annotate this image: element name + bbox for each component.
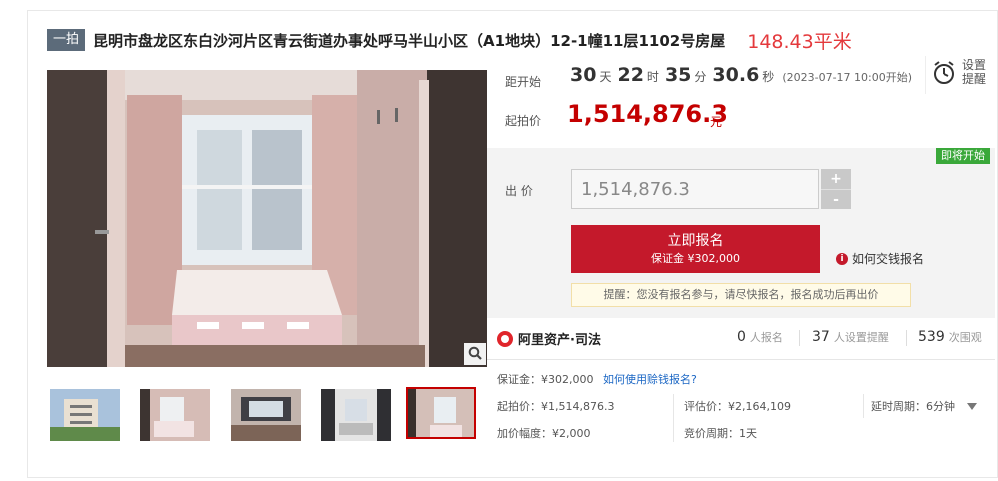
start-price-value: 1,514,876.3 [567,100,728,128]
alarm-clock-icon [932,60,956,89]
magnifier-icon [468,346,482,363]
countdown: 30 天 22 时 35 分 30.6 秒 (2023-07-17 10:00开… [570,64,912,86]
increase-bid-button[interactable]: + [821,169,851,189]
view-count-num: 539 [918,329,945,345]
status-badge: 即将开始 [936,148,990,164]
detail-divider [863,394,864,418]
countdown-days: 30 [570,64,597,86]
thumbnail-1[interactable] [50,389,120,441]
property-area: 148.43平米 [747,30,852,53]
property-title: 昆明市盘龙区东白沙河片区青云街道办事处呼马半山小区（A1地块）12-1幢11层1… [93,31,726,50]
ali-logo-icon [497,330,513,347]
stat-divider [799,330,800,346]
countdown-hours: 22 [617,64,644,86]
start-price-label: 起拍价 [505,114,542,128]
set-reminder-button[interactable]: 设置提醒 [925,56,995,94]
platform-logo[interactable]: 阿里资产·司法 [497,329,601,348]
signup-button-label: 立即报名 [667,233,724,249]
signup-count: 0 人报名 [737,329,783,345]
how-to-pay-link[interactable]: i 如何交钱报名 [836,250,924,267]
start-time-note: (2023-07-17 10:00开始) [782,71,913,84]
chevron-down-icon[interactable] [967,400,977,414]
signup-button[interactable]: 立即报名 保证金 ¥302,000 [571,225,820,273]
bid-amount-input[interactable] [571,169,819,209]
view-count-label: 次围观 [948,331,982,344]
countdown-minutes-unit: 分 [694,70,707,84]
bid-label: 出 价 [505,184,533,198]
thumbnail-5-selected[interactable] [406,387,476,439]
zoom-button[interactable] [464,343,486,365]
signup-count-num: 0 [737,329,746,345]
detail-increment: 加价幅度：¥2,000 [497,427,591,440]
detail-divider [673,394,674,442]
stat-divider [906,330,907,346]
countdown-label: 距开始 [505,75,542,89]
detail-delay-period: 延时周期：6分钟 [871,400,955,413]
countdown-seconds: 30.6 [712,64,760,86]
decrease-bid-button[interactable]: - [821,189,851,209]
signup-count-label: 人报名 [749,331,783,344]
auction-round-tag: 一拍 [47,29,86,51]
reminder-count: 37 人设置提醒 [812,329,889,345]
countdown-hours-unit: 时 [646,70,659,84]
thumbnail-2[interactable] [140,389,210,441]
detail-appraisal: 评估价：¥2,164,109 [684,400,791,413]
view-count: 539 次围观 [918,329,982,345]
info-icon: i [836,252,848,265]
thumbnail-3[interactable] [231,389,301,441]
signup-notice: 提醒：您没有报名参与，请尽快报名，报名成功后再出价 [571,283,911,307]
deposit-text: 保证金：¥302,000 [497,373,594,386]
countdown-days-unit: 天 [599,70,612,84]
how-to-pay-label: 如何交钱报名 [852,252,925,266]
detail-start-price: 起拍价：¥1,514,876.3 [497,400,615,413]
reminder-count-num: 37 [812,329,830,345]
signup-deposit-label: 保证金 ¥302,000 [651,252,740,265]
deposit-help-link[interactable]: 如何使用赊钱报名? [603,373,697,386]
countdown-minutes: 35 [664,64,692,86]
detail-bid-period: 竞价周期：1天 [684,427,757,440]
start-price-unit: 元 [710,115,723,129]
main-property-photo[interactable] [47,70,487,367]
set-reminder-label: 设置提醒 [962,58,987,86]
thumbnail-4[interactable] [321,389,391,441]
countdown-seconds-unit: 秒 [762,70,775,84]
deposit-row: 保证金：¥302,000 如何使用赊钱报名? [497,371,697,387]
title-row: 一拍 昆明市盘龙区东白沙河片区青云街道办事处呼马半山小区（A1地块）12-1幢1… [47,26,852,54]
platform-name: 阿里资产·司法 [518,333,601,348]
reminder-count-label: 人设置提醒 [833,331,889,344]
